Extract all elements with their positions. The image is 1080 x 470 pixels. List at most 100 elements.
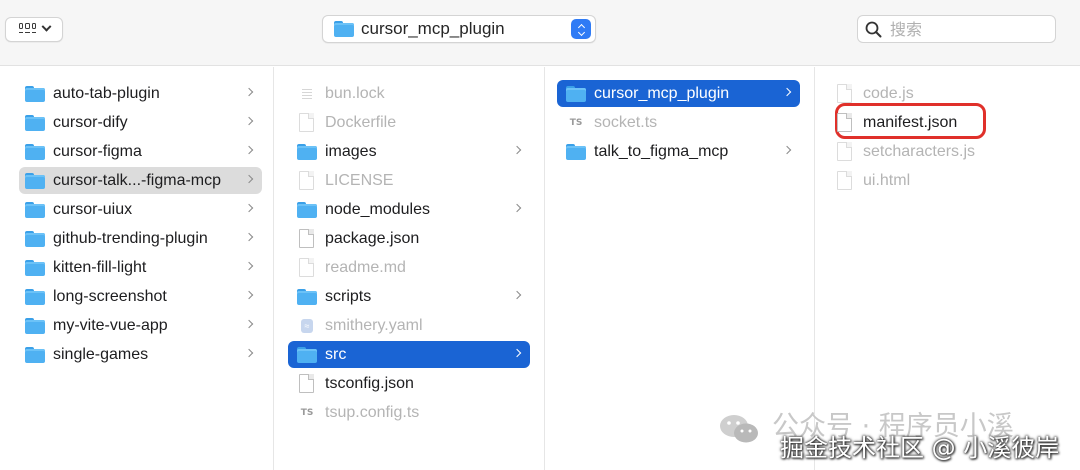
folder-icon <box>25 201 45 218</box>
folder-icon <box>25 172 45 189</box>
chevron-right-icon <box>244 174 254 184</box>
file-row[interactable]: setcharacters.js <box>826 138 1006 165</box>
folder-icon <box>297 143 317 160</box>
folder-row[interactable]: my-vite-vue-app <box>19 312 262 339</box>
file-row[interactable]: package.json <box>288 225 530 252</box>
folder-row[interactable]: cursor-uiux <box>19 196 262 223</box>
folder-icon <box>334 21 354 37</box>
item-name: cursor-uiux <box>53 200 133 218</box>
folder-row[interactable]: cursor_mcp_plugin <box>557 80 800 107</box>
folder-row[interactable]: src <box>288 341 530 368</box>
file-row[interactable]: LICENSE <box>288 167 530 194</box>
file-row[interactable]: ui.html <box>826 167 1006 194</box>
folder-icon <box>566 143 586 160</box>
yaml-file-icon: ≈ <box>297 318 317 333</box>
item-name: cursor-figma <box>53 142 142 160</box>
chevron-right-icon <box>512 145 522 155</box>
folder-row[interactable]: auto-tab-plugin <box>19 80 262 107</box>
file-row[interactable]: TS tsup.config.ts <box>288 399 530 426</box>
folder-row[interactable]: cursor-talk...-figma-mcp <box>19 167 262 194</box>
item-name: images <box>325 142 377 160</box>
file-row[interactable]: bun.lock <box>288 80 530 107</box>
folder-icon <box>566 85 586 102</box>
file-icon <box>299 258 314 277</box>
item-name: tsup.config.ts <box>325 403 420 421</box>
item-name: tsconfig.json <box>325 374 414 392</box>
file-row[interactable]: manifest.json <box>826 109 1006 136</box>
folder-row[interactable]: talk_to_figma_mcp <box>557 138 800 165</box>
search-input[interactable] <box>890 19 1040 39</box>
folder-row[interactable]: kitten-fill-light <box>19 254 262 281</box>
item-name: setcharacters.js <box>863 142 976 160</box>
file-icon <box>837 142 852 161</box>
item-name: package.json <box>325 229 420 247</box>
chevron-right-icon <box>244 261 254 271</box>
search-field[interactable] <box>857 15 1056 43</box>
item-name: code.js <box>863 84 914 102</box>
folder-row[interactable]: single-games <box>19 341 262 368</box>
folder-row[interactable]: node_modules <box>288 196 530 223</box>
file-row[interactable]: TS socket.ts <box>557 109 800 136</box>
file-row[interactable]: code.js <box>826 80 1006 107</box>
item-name: talk_to_figma_mcp <box>594 142 729 160</box>
chevron-right-icon <box>244 116 254 126</box>
chevron-right-icon <box>244 145 254 155</box>
item-name: LICENSE <box>325 171 394 189</box>
chevron-right-icon <box>244 87 254 97</box>
folder-row[interactable]: cursor-figma <box>19 138 262 165</box>
item-name: src <box>325 345 347 363</box>
chevron-right-icon <box>244 290 254 300</box>
typescript-file-icon: TS <box>569 117 583 128</box>
file-icon <box>837 171 852 190</box>
chevron-right-icon <box>782 145 792 155</box>
item-name: kitten-fill-light <box>53 258 147 276</box>
column-3: cursor_mcp_plugin TS socket.ts talk_to_figm… <box>545 67 815 470</box>
folder-icon <box>25 317 45 334</box>
column-4: code.js manifest.json setcharacters.js ui.h… <box>815 67 1080 470</box>
chevron-right-icon <box>244 348 254 358</box>
popup-stepper-icon[interactable] <box>571 19 591 39</box>
typescript-file-icon: TS <box>300 407 314 418</box>
chevron-right-icon <box>512 348 522 358</box>
item-name: github-trending-plugin <box>53 229 208 247</box>
current-folder-label: cursor_mcp_plugin <box>361 19 505 38</box>
chevron-right-icon <box>512 203 522 213</box>
item-name: readme.md <box>325 258 406 276</box>
folder-icon <box>25 346 45 363</box>
path-popup-button[interactable]: cursor_mcp_plugin <box>322 15 596 43</box>
folder-row[interactable]: images <box>288 138 530 165</box>
item-name: cursor-dify <box>53 113 128 131</box>
folder-icon <box>25 288 45 305</box>
folder-row[interactable]: cursor-dify <box>19 109 262 136</box>
item-name: cursor-talk...-figma-mcp <box>53 171 222 189</box>
file-icon <box>299 113 314 132</box>
folder-icon <box>297 201 317 218</box>
folder-row[interactable]: github-trending-plugin <box>19 225 262 252</box>
file-row[interactable]: Dockerfile <box>288 109 530 136</box>
column-2: bun.lock Dockerfile images LICENSE node_modu… <box>274 67 545 470</box>
file-row[interactable]: readme.md <box>288 254 530 281</box>
view-options-button[interactable] <box>5 17 63 42</box>
folder-icon <box>25 85 45 102</box>
chevron-down-icon <box>41 21 51 32</box>
item-name: socket.ts <box>594 113 658 131</box>
folder-icon <box>25 114 45 131</box>
item-name: single-games <box>53 345 149 363</box>
grid-view-icon <box>18 22 37 37</box>
chevron-right-icon <box>244 203 254 213</box>
folder-row[interactable]: long-screenshot <box>19 283 262 310</box>
file-icon <box>837 113 852 132</box>
item-name: manifest.json <box>863 113 958 131</box>
file-icon <box>299 171 314 190</box>
item-name: cursor_mcp_plugin <box>594 84 730 102</box>
file-row[interactable]: tsconfig.json <box>288 370 530 397</box>
item-name: my-vite-vue-app <box>53 316 168 334</box>
folder-row[interactable]: scripts <box>288 283 530 310</box>
item-name: scripts <box>325 287 372 305</box>
folder-icon <box>25 230 45 247</box>
file-row[interactable]: ≈ smithery.yaml <box>288 312 530 339</box>
folder-icon <box>25 259 45 276</box>
folder-icon <box>297 288 317 305</box>
chevron-right-icon <box>782 87 792 97</box>
finder-toolbar: cursor_mcp_plugin <box>0 0 1080 66</box>
